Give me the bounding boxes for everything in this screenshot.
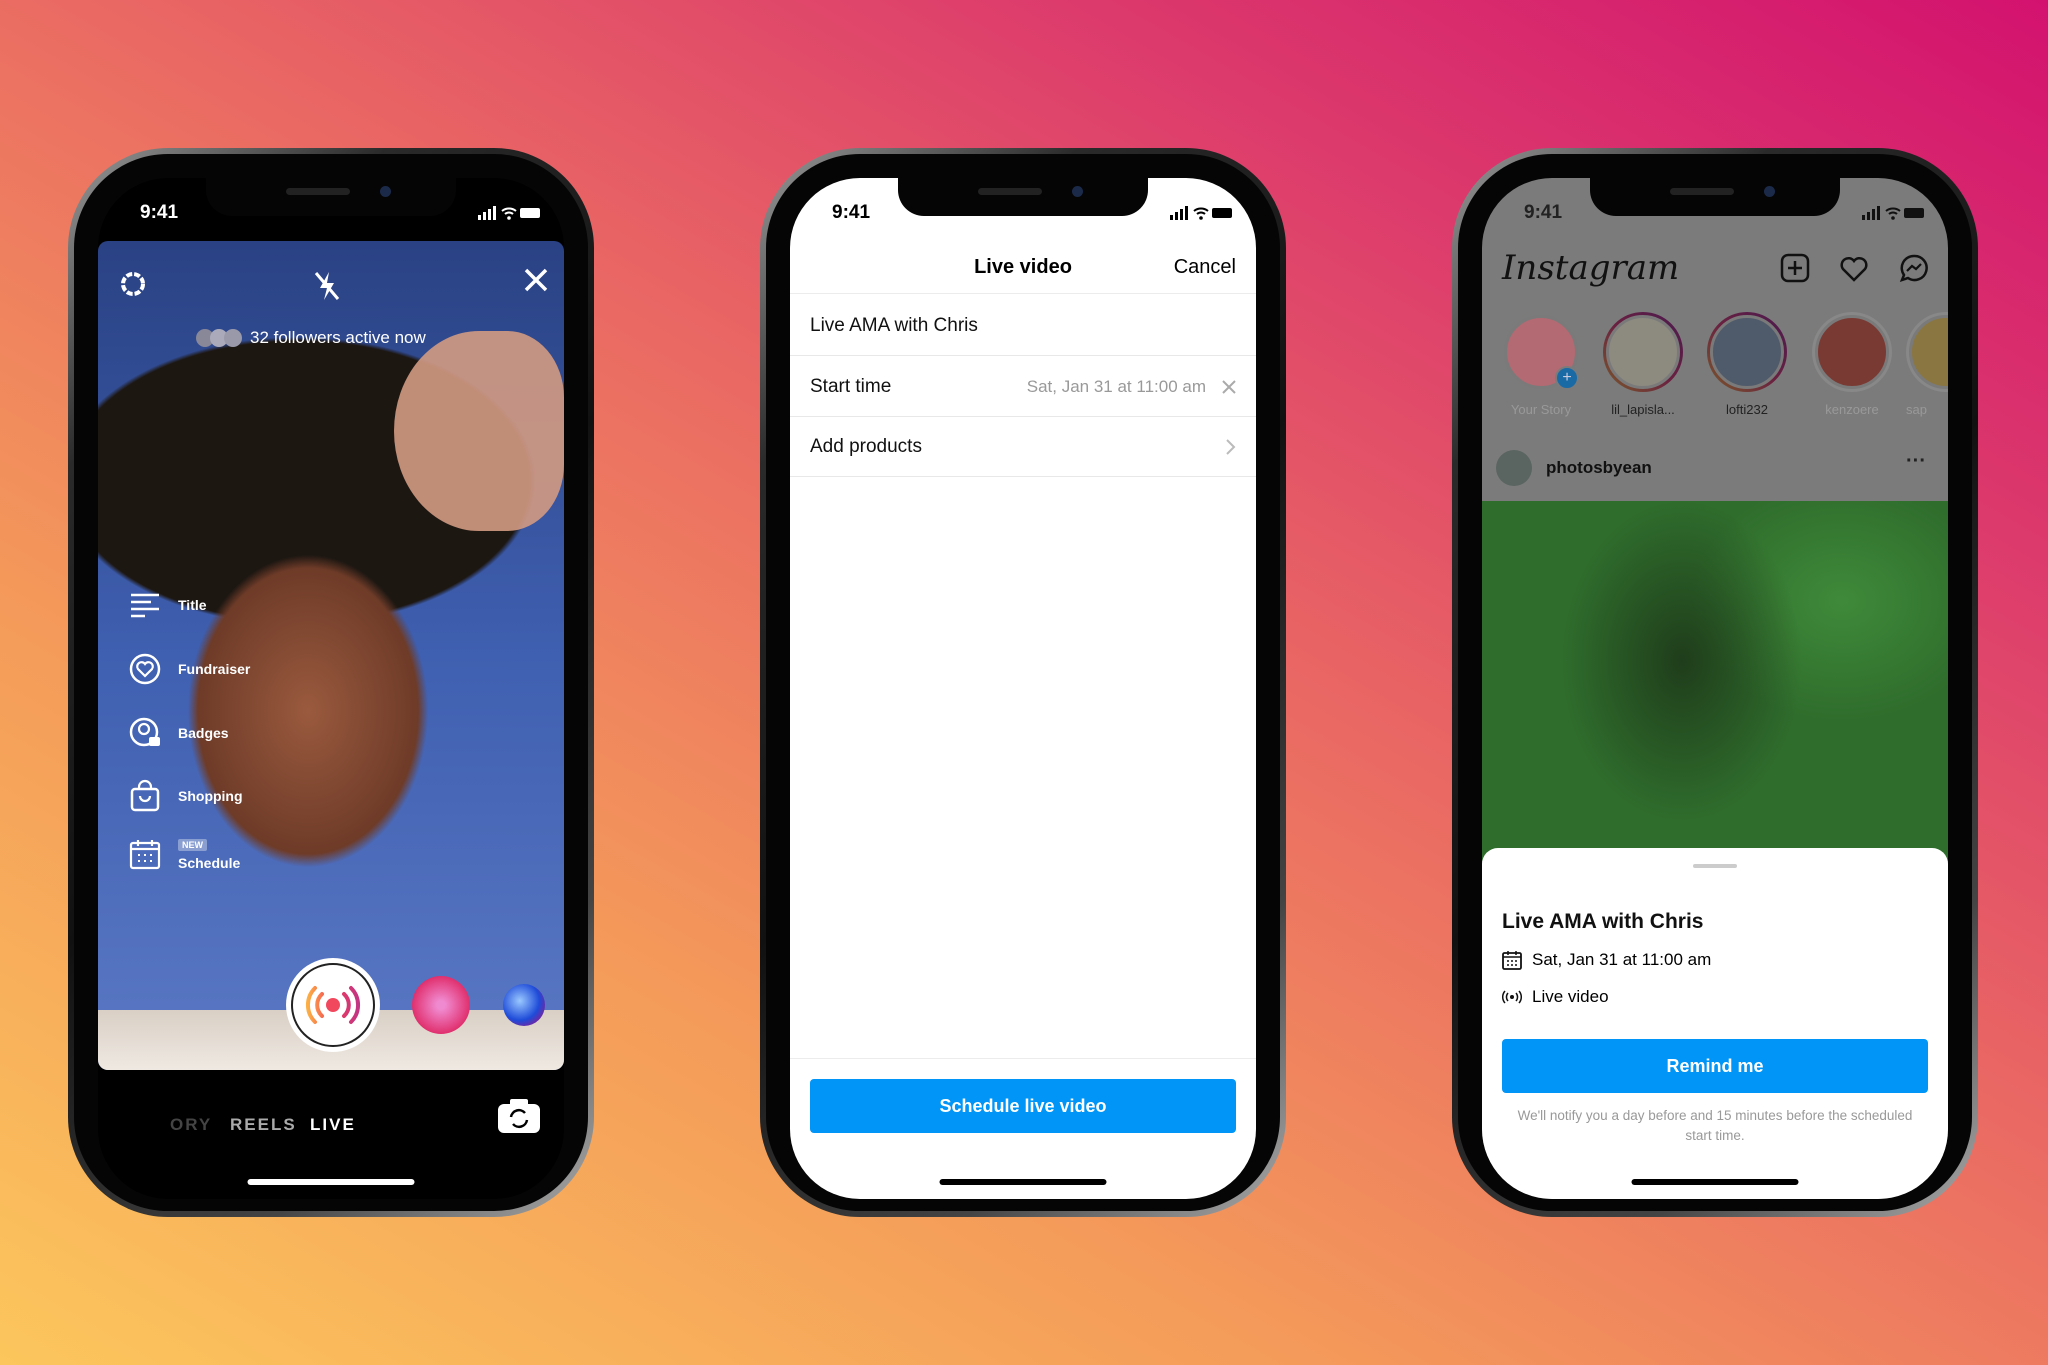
signal-wifi-battery-icon bbox=[1170, 206, 1232, 220]
status-bar: 9:41 bbox=[1482, 202, 1948, 228]
menu-item-fundraiser[interactable]: Fundraiser bbox=[128, 652, 250, 686]
go-live-button[interactable] bbox=[286, 958, 380, 1052]
story-label: kenzoere bbox=[1825, 402, 1879, 417]
messenger-icon[interactable] bbox=[1899, 253, 1929, 283]
event-title: Live AMA with Chris bbox=[1502, 910, 1704, 933]
remind-me-button[interactable]: Remind me bbox=[1502, 1039, 1928, 1093]
screen: 9:41 Instagram + Your Story lil_lapisla..… bbox=[1482, 178, 1948, 1199]
title-lines-icon bbox=[131, 593, 159, 618]
add-products-label: Add products bbox=[810, 435, 922, 457]
menu-label: Fundraiser bbox=[178, 661, 251, 677]
followers-active: 32 followers active now bbox=[196, 328, 426, 348]
instagram-logo: Instagram bbox=[1502, 248, 1680, 288]
phone-schedule-form: 9:41 Live video Cancel Live AMA with Chr… bbox=[760, 148, 1286, 1217]
story-your-story[interactable]: + Your Story bbox=[1501, 312, 1581, 417]
signal-wifi-battery-icon bbox=[1862, 206, 1924, 220]
story-label: sap bbox=[1906, 402, 1927, 417]
mode-live[interactable]: LIVE bbox=[310, 1115, 356, 1135]
menu-item-schedule[interactable]: NEW Schedule bbox=[128, 838, 240, 872]
followers-text: 32 followers active now bbox=[250, 328, 426, 347]
mode-reels[interactable]: REELS bbox=[230, 1115, 297, 1135]
post-avatar[interactable] bbox=[1496, 450, 1532, 486]
divider bbox=[790, 1058, 1256, 1059]
menu-item-badges[interactable]: Badges bbox=[128, 716, 229, 750]
status-icons bbox=[1170, 206, 1234, 220]
flip-camera-icon[interactable] bbox=[497, 1098, 541, 1134]
home-indicator bbox=[1631, 1179, 1799, 1185]
signal-wifi-battery-icon bbox=[478, 206, 540, 220]
add-products-row[interactable]: Add products bbox=[790, 417, 1256, 477]
clear-icon[interactable] bbox=[1222, 379, 1236, 394]
home-indicator bbox=[247, 1179, 415, 1185]
mode-story[interactable]: ORY bbox=[170, 1115, 212, 1135]
start-time-label: Start time bbox=[810, 375, 892, 397]
shopping-bag-icon bbox=[130, 779, 160, 812]
add-story-icon: + bbox=[1555, 366, 1579, 390]
status-time: 9:41 bbox=[832, 202, 871, 223]
effect-sparkle-button[interactable] bbox=[412, 976, 470, 1034]
status-time: 9:41 bbox=[1524, 202, 1563, 223]
status-time: 9:41 bbox=[140, 202, 179, 223]
new-post-icon[interactable] bbox=[1780, 253, 1810, 283]
close-icon[interactable] bbox=[523, 267, 549, 293]
title-field[interactable]: Live AMA with Chris bbox=[790, 296, 1256, 356]
calendar-icon bbox=[129, 840, 161, 870]
cancel-button[interactable]: Cancel bbox=[1174, 256, 1236, 279]
follower-avatars bbox=[196, 329, 242, 347]
post-username[interactable]: photosbyean bbox=[1546, 458, 1652, 478]
start-time-row[interactable]: Start time Sat, Jan 31 at 11:00 am bbox=[790, 357, 1256, 417]
screen: 9:41 32 followers active now Title Fundr… bbox=[98, 178, 564, 1199]
story-item[interactable]: kenzoere bbox=[1812, 312, 1892, 417]
reminder-sheet: Live AMA with Chris Sat, Jan 31 at 11:00… bbox=[1482, 848, 1948, 1199]
status-icons bbox=[1862, 206, 1926, 220]
heart-circle-icon bbox=[129, 653, 161, 685]
badge-icon bbox=[129, 717, 160, 747]
flash-off-icon[interactable] bbox=[312, 270, 342, 302]
sheet-handle[interactable] bbox=[1693, 864, 1737, 868]
menu-label: Shopping bbox=[178, 788, 243, 804]
story-label: lil_lapisla... bbox=[1611, 402, 1675, 417]
nav-header: Live video Cancel bbox=[790, 256, 1256, 294]
start-time-value: Sat, Jan 31 at 11:00 am bbox=[1026, 376, 1206, 396]
reminder-note: We'll notify you a day before and 15 min… bbox=[1517, 1108, 1913, 1143]
phone-feed-reminder: 9:41 Instagram + Your Story lil_lapisla..… bbox=[1452, 148, 1978, 1217]
event-type-text: Live video bbox=[1532, 987, 1609, 1006]
settings-gear-icon[interactable] bbox=[118, 269, 148, 299]
story-label: Your Story bbox=[1510, 402, 1572, 417]
story-label: lofti232 bbox=[1726, 402, 1768, 417]
screen: 9:41 Live video Cancel Live AMA with Chr… bbox=[790, 178, 1256, 1199]
story-item[interactable]: lil_lapisla... bbox=[1603, 312, 1683, 417]
phone-live-camera: 9:41 32 followers active now Title Fundr… bbox=[68, 148, 594, 1217]
menu-label: Title bbox=[178, 597, 207, 613]
event-date: Sat, Jan 31 at 11:00 am bbox=[1502, 950, 1711, 970]
effect-orb-button[interactable] bbox=[503, 984, 545, 1026]
menu-label: Badges bbox=[178, 725, 229, 741]
home-indicator bbox=[939, 1179, 1107, 1185]
more-options-icon[interactable]: ··· bbox=[1906, 450, 1926, 473]
status-bar: 9:41 bbox=[790, 202, 1256, 228]
title-value: Live AMA with Chris bbox=[810, 314, 978, 336]
story-item[interactable]: sap bbox=[1906, 312, 1948, 417]
status-bar: 9:41 bbox=[98, 202, 564, 228]
event-date-text: Sat, Jan 31 at 11:00 am bbox=[1532, 950, 1712, 969]
status-icons bbox=[478, 206, 542, 220]
schedule-live-video-button[interactable]: Schedule live video bbox=[810, 1079, 1236, 1133]
menu-label: Schedule bbox=[178, 855, 241, 871]
new-badge: NEW bbox=[178, 839, 207, 851]
live-icon bbox=[1502, 990, 1522, 1004]
menu-item-shopping[interactable]: Shopping bbox=[128, 779, 243, 813]
story-item[interactable]: lofti232 bbox=[1707, 312, 1787, 417]
post-image bbox=[1482, 501, 1948, 861]
calendar-icon bbox=[1502, 951, 1522, 970]
chevron-right-icon bbox=[1226, 438, 1236, 455]
event-type: Live video bbox=[1502, 987, 1609, 1007]
live-broadcast-icon bbox=[305, 986, 361, 1024]
menu-item-title[interactable]: Title bbox=[128, 588, 207, 622]
heart-icon[interactable] bbox=[1839, 254, 1869, 282]
